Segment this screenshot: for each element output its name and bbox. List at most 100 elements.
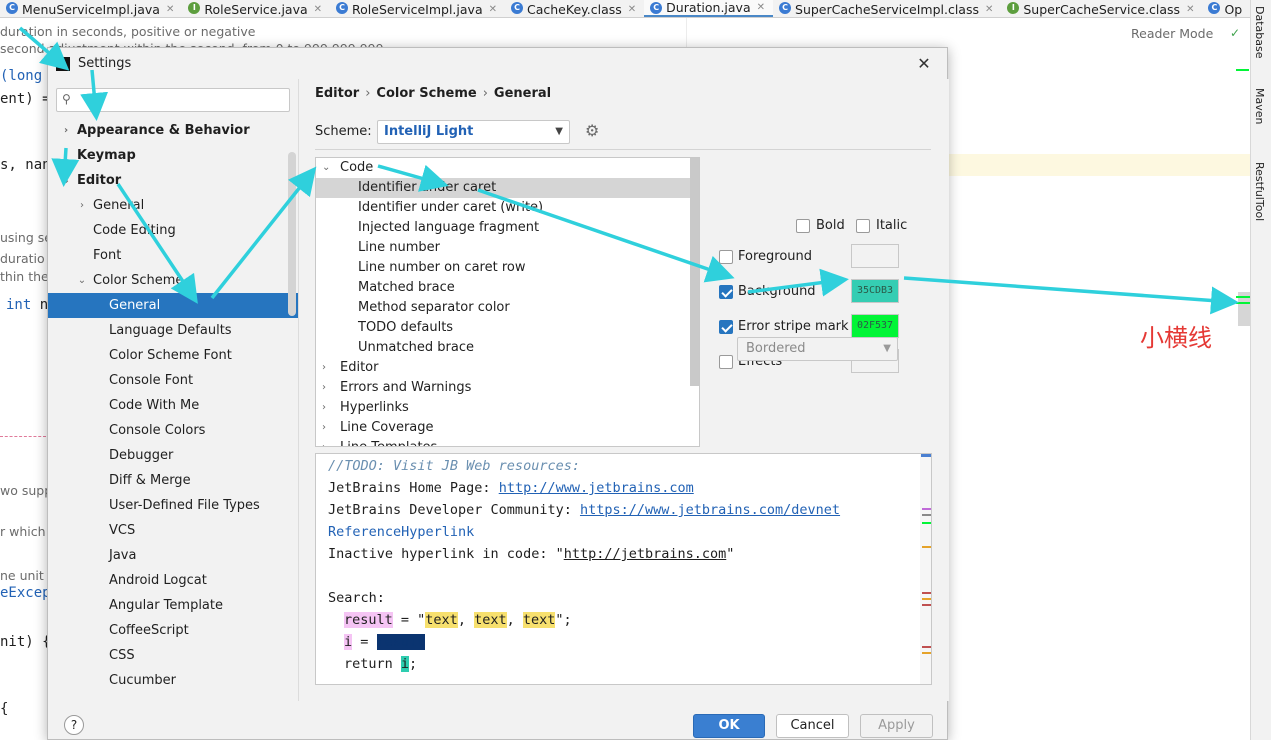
nav-item[interactable]: Debugger: [48, 443, 298, 468]
tree-row[interactable]: Identifier under caret: [316, 178, 691, 198]
nav-scrollbar[interactable]: [288, 152, 296, 316]
nav-item[interactable]: › General: [48, 193, 298, 218]
nav-item[interactable]: Java: [48, 543, 298, 568]
close-tab-icon[interactable]: ✕: [985, 4, 993, 15]
chevron-right-icon[interactable]: ›: [77, 193, 87, 218]
nav-item[interactable]: CoffeeScript: [48, 618, 298, 643]
separator-line: [0, 436, 46, 437]
nav-item[interactable]: VCS: [48, 518, 298, 543]
tree-row[interactable]: Method separator color: [316, 298, 691, 318]
hyperlink[interactable]: https://www.jetbrains.com/devnet: [580, 502, 840, 518]
tree-row[interactable]: Line number on caret row: [316, 258, 691, 278]
restfultool-tool-tab[interactable]: RestfulTool: [1253, 162, 1266, 221]
error-stripe-color-swatch[interactable]: 02F537: [851, 314, 899, 338]
inspection-ok-icon[interactable]: ✓: [1230, 26, 1240, 40]
reader-mode-button[interactable]: Reader Mode: [1131, 26, 1213, 41]
close-icon[interactable]: ✕: [914, 54, 934, 74]
editor-tab[interactable]: C Duration.java ✕: [644, 0, 774, 17]
error-stripe-checkbox[interactable]: [719, 320, 733, 334]
code-fragment: nit) {: [0, 634, 51, 650]
close-tab-icon[interactable]: ✕: [757, 2, 765, 13]
chevron-right-icon[interactable]: ›: [322, 378, 326, 398]
chevron-right-icon[interactable]: ›: [61, 118, 71, 143]
close-tab-icon[interactable]: ✕: [314, 4, 322, 15]
nav-item[interactable]: Keymap: [48, 143, 298, 168]
foreground-color-swatch[interactable]: [851, 244, 899, 268]
chevron-right-icon[interactable]: ›: [322, 358, 326, 378]
chevron-down-icon[interactable]: ⌄: [61, 168, 71, 193]
search-input[interactable]: ⚲: [56, 88, 290, 112]
tree-row[interactable]: › Line Coverage: [316, 418, 691, 438]
stripe-mark: [922, 652, 931, 654]
effects-type-select[interactable]: Bordered ▼: [737, 337, 898, 361]
gear-icon[interactable]: ⚙: [585, 123, 599, 139]
cancel-button[interactable]: Cancel: [776, 714, 849, 738]
editor-tab[interactable]: I RoleService.java ✕: [182, 0, 330, 17]
nav-item[interactable]: Cucumber: [48, 668, 298, 693]
close-tab-icon[interactable]: ✕: [1186, 4, 1194, 15]
close-tab-icon[interactable]: ✕: [628, 4, 636, 15]
nav-item[interactable]: ⌄ Editor: [48, 168, 298, 193]
scheme-select[interactable]: IntelliJ Light ▼: [377, 120, 570, 144]
nav-item[interactable]: Diff & Merge: [48, 468, 298, 493]
nav-item[interactable]: Console Colors: [48, 418, 298, 443]
tree-row[interactable]: › Editor: [316, 358, 691, 378]
tree-row[interactable]: Matched brace: [316, 278, 691, 298]
chevron-down-icon[interactable]: ⌄: [322, 158, 330, 178]
tree-row[interactable]: Line number: [316, 238, 691, 258]
chevron-right-icon[interactable]: ›: [322, 398, 326, 418]
tree-row[interactable]: › Hyperlinks: [316, 398, 691, 418]
editor-tab[interactable]: C SuperCacheServiceImpl.class ✕: [773, 0, 1001, 17]
help-button[interactable]: ?: [64, 715, 84, 735]
ok-button[interactable]: OK: [693, 714, 765, 738]
foreground-checkbox[interactable]: [719, 250, 733, 264]
nav-item[interactable]: Angular Template: [48, 593, 298, 618]
nav-item[interactable]: Language Defaults: [48, 318, 298, 343]
chevron-down-icon[interactable]: ⌄: [77, 268, 87, 293]
editor-tab[interactable]: C MenuServiceImpl.java ✕: [0, 0, 182, 17]
tree-row[interactable]: Unmatched brace: [316, 338, 691, 358]
effects-checkbox[interactable]: [719, 355, 733, 369]
editor-tab[interactable]: C RoleServiceImpl.java ✕: [330, 0, 505, 17]
color-preview-editor[interactable]: //TODO: Visit JB Web resources: JetBrain…: [315, 453, 932, 685]
tree-row-label: Code: [340, 160, 374, 175]
nav-item[interactable]: Android Logcat: [48, 568, 298, 593]
nav-item[interactable]: User-Defined File Types: [48, 493, 298, 518]
nav-item[interactable]: ⌄ Color Scheme: [48, 268, 298, 293]
close-tab-icon[interactable]: ✕: [489, 4, 497, 15]
close-tab-icon[interactable]: ✕: [166, 4, 174, 15]
nav-item[interactable]: › Appearance & Behavior: [48, 118, 298, 143]
nav-item[interactable]: Color Scheme Font: [48, 343, 298, 368]
nav-item[interactable]: Font: [48, 243, 298, 268]
nav-item[interactable]: General: [48, 293, 298, 318]
editor-tab[interactable]: C Op: [1202, 0, 1250, 17]
nav-item-label: User-Defined File Types: [109, 498, 260, 513]
class-file-icon: C: [650, 2, 663, 14]
background-color-swatch[interactable]: 35CDB3: [851, 279, 899, 303]
nav-item[interactable]: CSS: [48, 643, 298, 668]
database-tool-tab[interactable]: Database: [1253, 6, 1266, 59]
tree-scrollbar[interactable]: [690, 158, 699, 386]
tree-row[interactable]: Identifier under caret (write): [316, 198, 691, 218]
editor-tab-label: Duration.java: [666, 0, 751, 15]
chevron-right-icon[interactable]: ›: [322, 418, 326, 438]
tree-row[interactable]: › Errors and Warnings: [316, 378, 691, 398]
tree-row[interactable]: ⌄ Code: [316, 158, 691, 178]
hyperlink[interactable]: http://www.jetbrains.com: [499, 480, 694, 496]
apply-button[interactable]: Apply: [860, 714, 933, 738]
editor-tab[interactable]: I SuperCacheService.class ✕: [1001, 0, 1202, 17]
nav-item[interactable]: Console Font: [48, 368, 298, 393]
tree-row[interactable]: TODO defaults: [316, 318, 691, 338]
preview-line: i = result: [344, 634, 426, 650]
editor-tab[interactable]: C CacheKey.class ✕: [505, 0, 644, 17]
chevron-right-icon[interactable]: ›: [322, 438, 326, 446]
nav-item[interactable]: Code Editing: [48, 218, 298, 243]
nav-item[interactable]: Code With Me: [48, 393, 298, 418]
background-checkbox[interactable]: [719, 285, 733, 299]
maven-tool-tab[interactable]: Maven: [1253, 88, 1266, 124]
bold-checkbox[interactable]: [796, 219, 810, 233]
italic-checkbox[interactable]: [856, 219, 870, 233]
breadcrumb-separator: ›: [482, 86, 488, 101]
tree-row[interactable]: Injected language fragment: [316, 218, 691, 238]
tree-row[interactable]: › Line Templates: [316, 438, 691, 446]
